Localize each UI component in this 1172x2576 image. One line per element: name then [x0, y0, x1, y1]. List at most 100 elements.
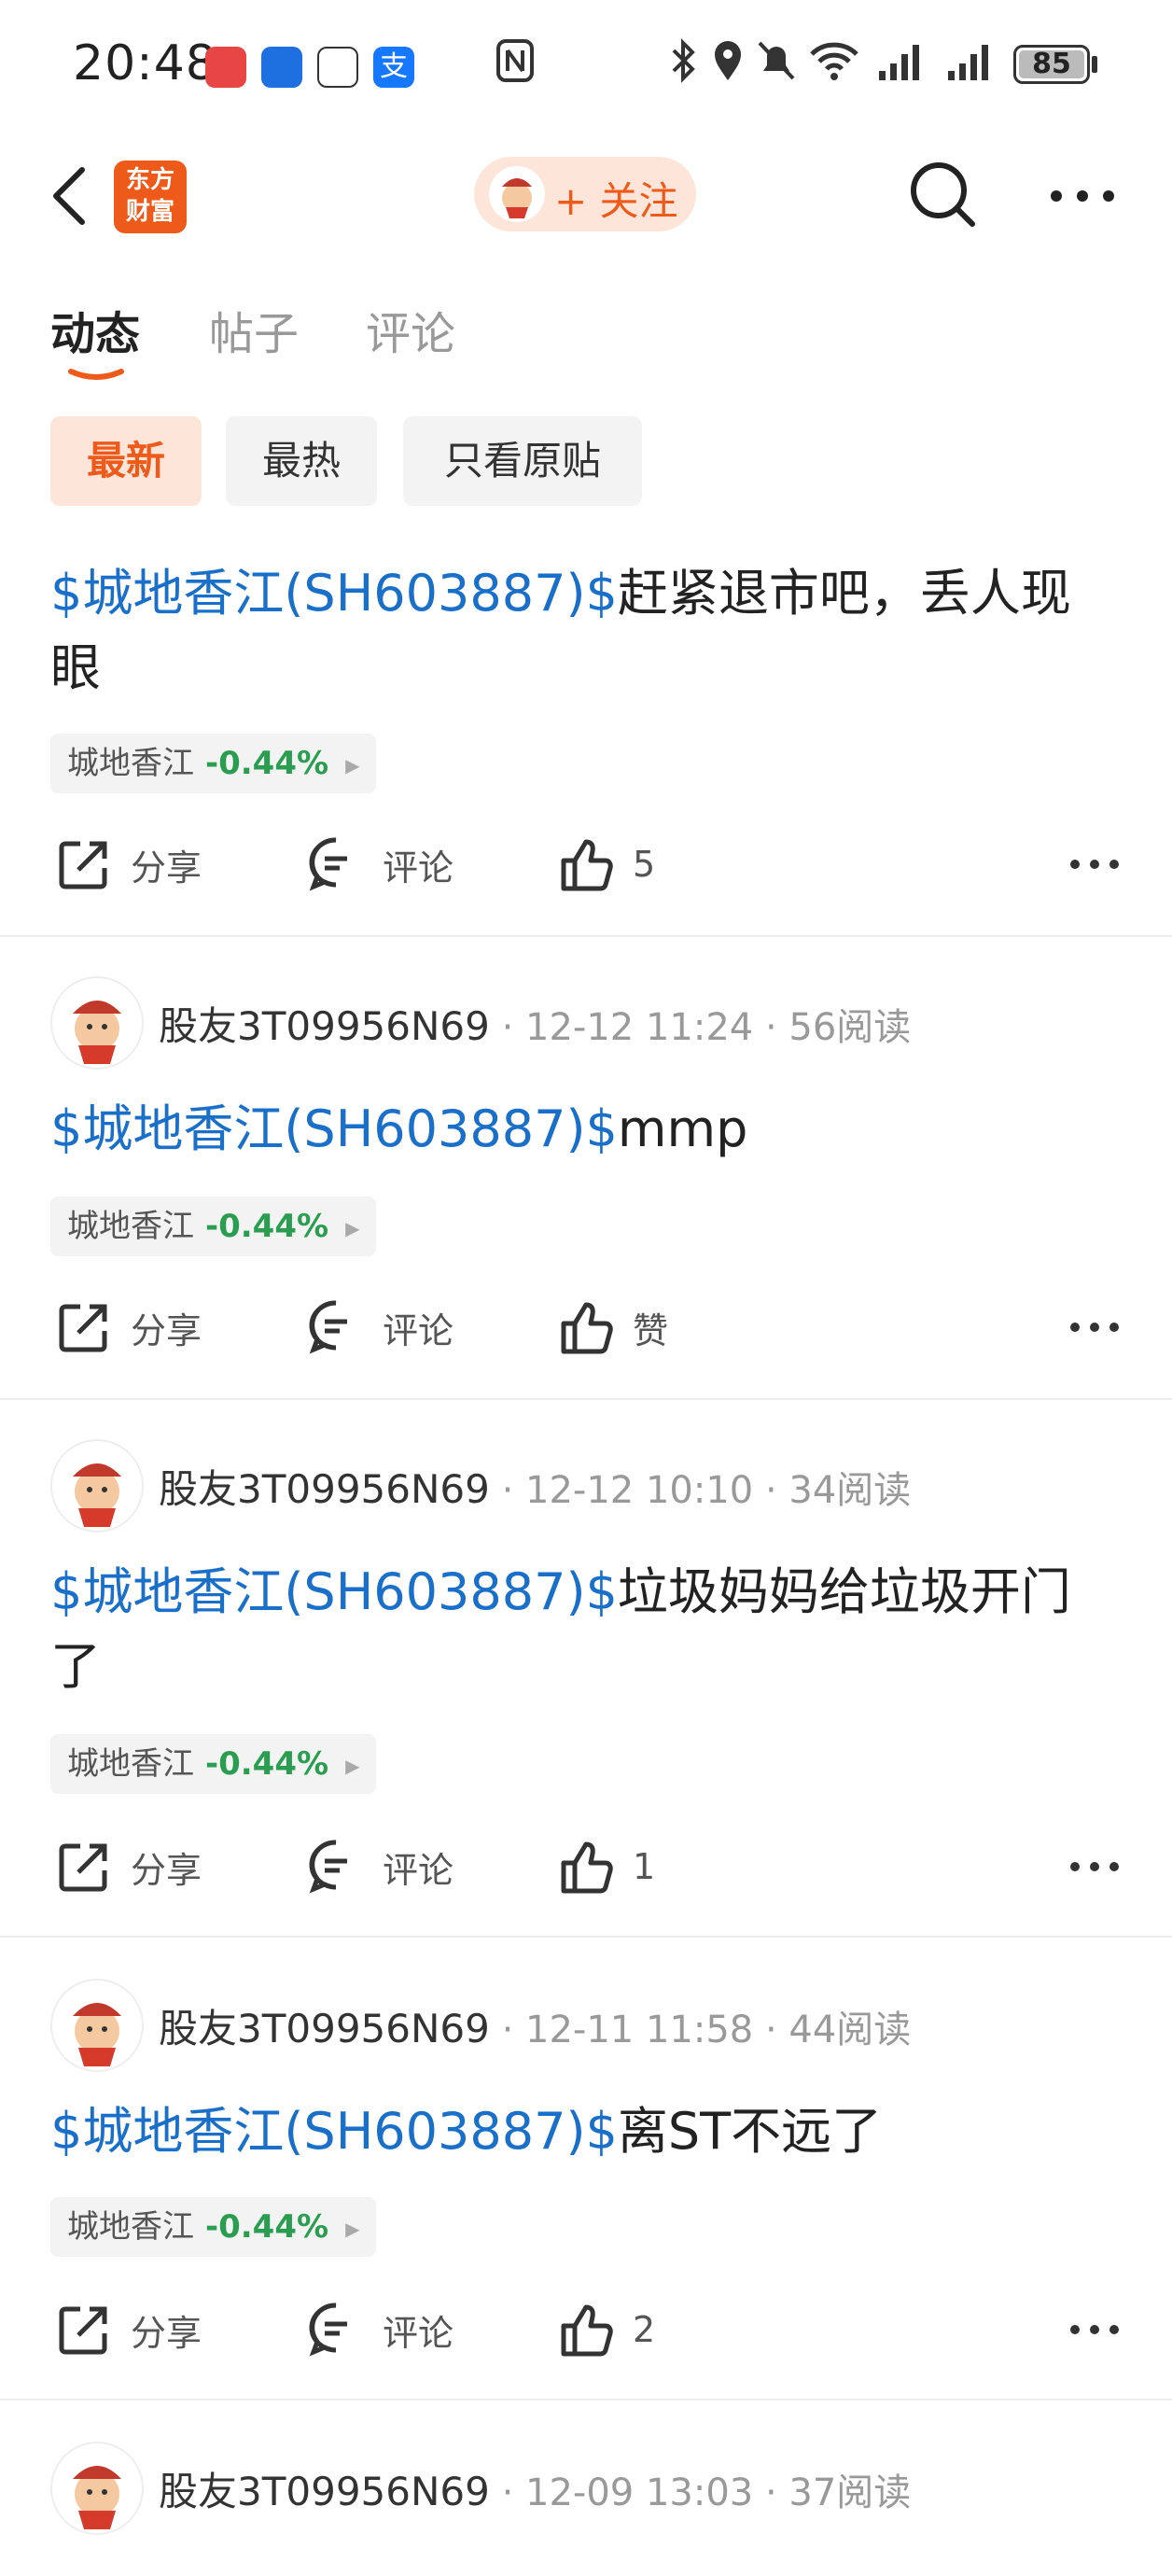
thumbs-up-icon [561, 2304, 613, 2357]
post-actions: 分享 评论 5 [0, 827, 1172, 902]
status-bar: 20:48 支 85 [0, 0, 1172, 131]
post-text: 离ST不远了 [617, 2102, 883, 2161]
tab-dynamics[interactable]: 动态 [50, 297, 140, 362]
stock-tag-pct: -0.44% [205, 1745, 329, 1783]
stock-link[interactable]: $城地香江(SH603887)$ [50, 2102, 618, 2161]
qq-icon [317, 47, 358, 88]
stock-tag-name: 城地香江 [67, 1208, 194, 1245]
more-options-icon[interactable] [1069, 855, 1120, 874]
share-icon [59, 1843, 107, 1892]
read-count: 44阅读 [788, 2009, 912, 2051]
stock-tag-pct: -0.44% [205, 2208, 329, 2246]
stock-link[interactable]: $城地香江(SH603887)$ [50, 564, 618, 623]
comment-label: 评论 [383, 1849, 454, 1891]
avatar[interactable] [50, 976, 144, 1070]
stock-link[interactable]: $城地香江(SH603887)$ [50, 1562, 618, 1621]
like-button[interactable]: 5 [556, 836, 655, 892]
share-label: 分享 [131, 847, 202, 889]
mute-icon [758, 41, 795, 80]
logo-line1: 东方 [125, 166, 174, 194]
stock-tag[interactable]: 城地香江 -0.44% ▶ [50, 734, 377, 793]
post-content[interactable]: $城地香江(SH603887)$离ST不远了 [50, 2094, 1123, 2169]
thumbs-up-icon [561, 1841, 613, 1894]
divider [0, 2399, 1172, 2401]
post-content[interactable]: $城地香江(SH603887)$垃圾妈妈给垃圾开门 了 [50, 1555, 1123, 1704]
logo-line2: 财富 [125, 198, 174, 226]
share-button[interactable]: 分享 [54, 1839, 202, 1895]
battery-icon: 85 [1013, 45, 1090, 84]
battery-tip [1092, 56, 1097, 73]
signal-icon [879, 45, 919, 80]
comment-label: 评论 [383, 1309, 454, 1351]
username[interactable]: 股友3T09956N69 [159, 1003, 490, 1049]
tab-comments[interactable]: 评论 [366, 297, 455, 362]
like-button[interactable]: 赞 [556, 1299, 668, 1355]
stock-tag[interactable]: 城地香江 -0.44% ▶ [50, 1197, 377, 1256]
post-text: 赶紧退市吧，丢人现 [617, 564, 1071, 623]
read-count: 56阅读 [788, 1006, 912, 1049]
comment-button[interactable]: 评论 [306, 1299, 453, 1355]
wifi-icon [810, 42, 858, 80]
comment-icon [309, 1840, 347, 1894]
play-arrow-icon: ▶ [345, 1754, 360, 1777]
stock-tag-name: 城地香江 [67, 1745, 194, 1783]
post-time: 12-11 11:58 [525, 2009, 754, 2051]
bluetooth-icon [672, 38, 695, 83]
stock-tag-name: 城地香江 [67, 2208, 194, 2246]
share-label: 分享 [131, 1309, 202, 1351]
avatar[interactable] [50, 2442, 144, 2535]
post-text: 垃圾妈妈给垃圾开门 [617, 1562, 1071, 1621]
username[interactable]: 股友3T09956N69 [159, 2006, 490, 2051]
share-button[interactable]: 分享 [54, 1299, 202, 1355]
share-button[interactable]: 分享 [54, 836, 202, 892]
share-button[interactable]: 分享 [54, 2302, 202, 2358]
comment-button[interactable]: 评论 [306, 836, 453, 892]
filter-original[interactable]: 只看原贴 [403, 416, 642, 506]
share-label: 分享 [131, 1849, 202, 1891]
browser-icon [261, 47, 302, 88]
like-count: 1 [633, 1846, 656, 1887]
post-meta: 股友3T09956N69 · 12-12 11:24 · 56阅读 [159, 1003, 912, 1049]
post-text: 了 [50, 1637, 101, 1696]
divider [0, 1398, 1172, 1400]
share-label: 分享 [131, 2312, 202, 2354]
post-meta: 股友3T09956N69 · 12-09 13:03 · 37阅读 [159, 2469, 912, 2514]
username[interactable]: 股友3T09956N69 [159, 1466, 490, 1512]
stock-tag-name: 城地香江 [67, 745, 194, 782]
location-icon [715, 41, 741, 80]
stock-tag[interactable]: 城地香江 -0.44% ▶ [50, 1734, 377, 1794]
filter-hot[interactable]: 最热 [226, 416, 377, 506]
stock-link[interactable]: $城地香江(SH603887)$ [50, 1099, 618, 1158]
filter-latest[interactable]: 最新 [50, 416, 202, 506]
status-time: 20:48 [73, 35, 217, 91]
like-button[interactable]: 2 [556, 2302, 655, 2358]
username[interactable]: 股友3T09956N69 [159, 2469, 490, 2514]
comment-label: 评论 [383, 847, 454, 889]
back-icon[interactable] [47, 159, 93, 233]
stock-tag[interactable]: 城地香江 -0.44% ▶ [50, 2197, 377, 2257]
post-text: mmp [617, 1099, 748, 1158]
follow-button[interactable]: + 关注 [474, 157, 696, 231]
post-content[interactable]: $城地香江(SH603887)$mmp [50, 1092, 1123, 1167]
stock-tag-pct: -0.44% [205, 1208, 329, 1245]
like-button[interactable]: 1 [556, 1839, 655, 1895]
nfc-icon [496, 39, 534, 82]
comment-button[interactable]: 评论 [306, 1839, 453, 1895]
more-icon[interactable] [1045, 177, 1120, 215]
search-icon[interactable] [905, 157, 980, 231]
more-options-icon[interactable] [1069, 1857, 1120, 1876]
app-logo: 东方 财富 [114, 161, 187, 233]
play-arrow-icon: ▶ [345, 753, 360, 777]
tab-posts[interactable]: 帖子 [209, 297, 299, 362]
stock-tag-pct: -0.44% [205, 745, 329, 782]
more-options-icon[interactable] [1069, 1318, 1120, 1337]
post-content[interactable]: $城地香江(SH603887)$赶紧退市吧，丢人现 眼 [50, 556, 1123, 706]
post-actions: 分享 评论 赞 [0, 1290, 1172, 1365]
avatar[interactable] [50, 1439, 144, 1533]
tab-underline [68, 369, 124, 380]
more-options-icon[interactable] [1069, 2320, 1120, 2339]
signal-icon [948, 45, 988, 80]
like-count: 2 [633, 2309, 656, 2350]
avatar[interactable] [50, 1979, 144, 2072]
comment-button[interactable]: 评论 [306, 2302, 453, 2358]
